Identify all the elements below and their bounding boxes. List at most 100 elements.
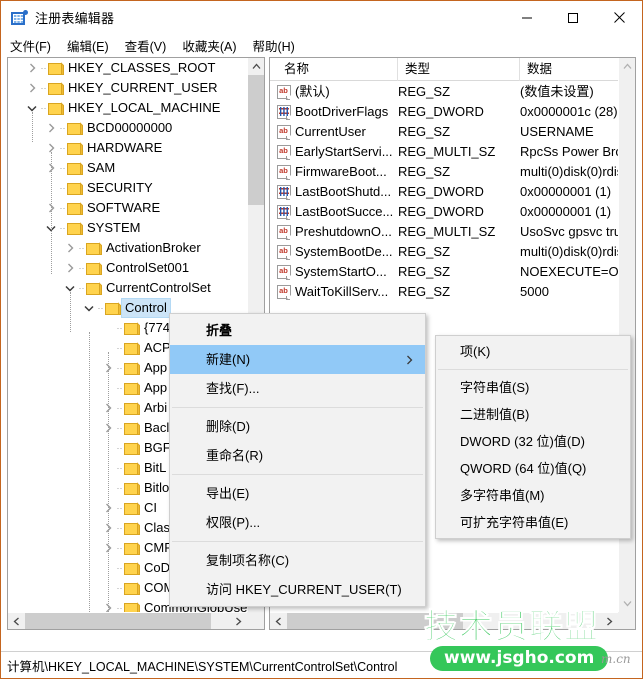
value-name: CurrentUser	[295, 124, 366, 139]
chevron-right-icon[interactable]	[24, 58, 40, 78]
context-submenu-new[interactable]: 项(K) 字符串值(S) 二进制值(B) DWORD (32 位)值(D) QWORD …	[435, 335, 631, 539]
tree-item-hkey-local-machine[interactable]: ·· HKEY_LOCAL_MACHINE	[8, 98, 249, 118]
ctx-new-qword[interactable]: QWORD (64 位)值(Q)	[436, 455, 630, 482]
table-row[interactable]: abSystemStartO...REG_SZ NOEXECUTE=OPTIN	[270, 262, 630, 282]
values-hscroll-thumb[interactable]	[287, 613, 463, 629]
chevron-down-icon[interactable]	[81, 298, 97, 318]
tree-scroll-left-icon[interactable]	[8, 613, 25, 629]
chevron-right-icon[interactable]	[100, 398, 116, 418]
ctx-export[interactable]: 导出(E)	[170, 479, 425, 508]
tree-item-bcd00000000[interactable]: ·· BCD00000000	[8, 118, 249, 138]
table-row[interactable]: ab EarlyStartServi... REG_MULTI_SZ RpcSs Po…	[270, 142, 630, 162]
value-type: REG_SZ	[398, 264, 451, 279]
ctx-new-string[interactable]: 字符串值(S)	[436, 374, 630, 401]
tree-item-software[interactable]: ·· SOFTWARE	[8, 198, 249, 218]
folder-icon	[47, 78, 65, 98]
tree-item-hkey-current-user[interactable]: ·· HKEY_CURRENT_USER	[8, 78, 249, 98]
value-name: LastBootSucce...	[295, 204, 394, 219]
chevron-right-icon[interactable]	[43, 198, 59, 218]
chevron-down-icon[interactable]	[62, 278, 78, 298]
values-scroll-down-icon[interactable]	[619, 595, 635, 612]
chevron-right-icon[interactable]	[24, 78, 40, 98]
tree-item-label: SOFTWARE	[87, 200, 161, 215]
ctx-goto-hkcu[interactable]: 访问 HKEY_CURRENT_USER(T)	[170, 575, 425, 604]
tree-connector: ··	[116, 462, 123, 473]
tree-horizontal-scrollbar[interactable]	[8, 612, 264, 629]
maximize-button[interactable]	[550, 1, 596, 34]
values-scroll-right-icon[interactable]	[601, 613, 618, 629]
ctx-copy-key-name[interactable]: 复制项名称(C)	[170, 546, 425, 575]
tree-item-hardware[interactable]: ·· HARDWARE	[8, 138, 249, 158]
menu-edit[interactable]: 编辑(E)	[67, 35, 117, 56]
ctx-new-expandable-string[interactable]: 可扩充字符串值(E)	[436, 509, 630, 536]
close-button[interactable]	[596, 1, 642, 34]
menu-file[interactable]: 文件(F)	[10, 35, 59, 56]
menu-view[interactable]: 查看(V)	[125, 35, 175, 56]
menu-help[interactable]: 帮助(H)	[252, 35, 302, 56]
values-horizontal-scrollbar[interactable]	[270, 612, 635, 629]
tree-hscroll-thumb[interactable]	[25, 613, 211, 629]
chevron-right-icon[interactable]	[62, 238, 78, 258]
column-name[interactable]: 名称	[277, 58, 398, 81]
chevron-down-icon[interactable]	[24, 98, 40, 118]
menu-item-label: 查找(F)...	[206, 381, 260, 396]
chevron-right-icon[interactable]	[43, 138, 59, 158]
tree-scroll-right-icon[interactable]	[230, 613, 247, 629]
ctx-new-binary[interactable]: 二进制值(B)	[436, 401, 630, 428]
ctx-new-multi-string[interactable]: 多字符串值(M)	[436, 482, 630, 509]
ctx-new-key[interactable]: 项(K)	[436, 338, 630, 365]
table-row[interactable]: ab FirmwareBoot... REG_SZ multi(0)disk(0)rd…	[270, 162, 630, 182]
menu-item-label: 重命名(R)	[206, 448, 264, 463]
column-type[interactable]: 类型	[398, 58, 520, 81]
chevron-right-icon[interactable]	[43, 118, 59, 138]
tree-item-currentcontrolset[interactable]: ·· CurrentControlSet	[8, 278, 249, 298]
tree-connector: ··	[59, 202, 66, 213]
tree-connector: ··	[116, 422, 123, 433]
ctx-delete[interactable]: 删除(D)	[170, 412, 425, 441]
table-row[interactable]: ab CurrentUser REG_SZ USERNAME	[270, 122, 618, 142]
menu-separator	[172, 474, 423, 475]
table-row[interactable]: ab (默认) REG_SZ (数值未设置)	[270, 82, 618, 102]
ctx-new[interactable]: 新建(N)	[170, 345, 425, 374]
folder-icon	[85, 258, 103, 278]
chevron-right-icon[interactable]	[43, 158, 59, 178]
table-row[interactable]: ab PreshutdownO... REG_MULTI_SZ UsoSvc gpsv…	[270, 222, 630, 242]
tree-item-security[interactable]: ·· SECURITY	[8, 178, 249, 198]
tree-scroll-up-icon[interactable]	[248, 58, 264, 75]
tree-item-sam[interactable]: ·· SAM	[8, 158, 249, 178]
table-row[interactable]: ab WaitToKillServ... REG_SZ 5000	[270, 282, 618, 302]
ctx-new-dword[interactable]: DWORD (32 位)值(D)	[436, 428, 630, 455]
table-row[interactable]: ab SystemBootDe... REG_SZ multi(0)disk(0)rd…	[270, 242, 630, 262]
chevron-right-icon[interactable]	[100, 518, 116, 538]
ctx-permissions[interactable]: 权限(P)...	[170, 508, 425, 537]
tree-item-activationbroker[interactable]: ·· ActivationBroker	[8, 238, 249, 258]
tree-item-controlset001[interactable]: ·· ControlSet001	[8, 258, 249, 278]
values-list[interactable]: ab (默认) REG_SZ (数值未设置) BootDriverFlags REG_DW…	[270, 82, 630, 302]
chevron-right-icon[interactable]	[62, 258, 78, 278]
tree-scroll-thumb[interactable]	[248, 75, 264, 205]
minimize-button[interactable]	[504, 1, 550, 34]
chevron-right-icon[interactable]	[100, 358, 116, 378]
menu-favorites[interactable]: 收藏夹(A)	[182, 35, 244, 56]
tree-item-system[interactable]: ·· SYSTEM	[8, 218, 249, 238]
ctx-collapse[interactable]: 折叠	[170, 316, 425, 345]
table-row[interactable]: LastBootSucce... REG_DWORD 0x00000001 (1)	[270, 202, 618, 222]
values-scroll-left-icon[interactable]	[270, 613, 287, 629]
tree-connector: ··	[116, 342, 123, 353]
tree-connector: ··	[78, 262, 85, 273]
chevron-right-icon[interactable]	[100, 498, 116, 518]
ctx-find[interactable]: 查找(F)...	[170, 374, 425, 403]
table-row[interactable]: LastBootShutd... REG_DWORD 0x00000001 (1)	[270, 182, 618, 202]
folder-icon	[66, 138, 84, 158]
ctx-rename[interactable]: 重命名(R)	[170, 441, 425, 470]
value-name: PreshutdownO...	[295, 224, 392, 239]
folder-icon	[123, 458, 141, 478]
chevron-right-icon[interactable]	[100, 418, 116, 438]
table-row[interactable]: BootDriverFlags REG_DWORD 0x0000001c (28)	[270, 102, 618, 122]
chevron-right-icon[interactable]	[100, 538, 116, 558]
values-scroll-up-icon[interactable]	[619, 58, 635, 75]
chevron-down-icon[interactable]	[43, 218, 59, 238]
tree-item-hkey-classes-root[interactable]: ·· HKEY_CLASSES_ROOT	[8, 58, 249, 78]
context-menu[interactable]: 折叠 新建(N) 查找(F)... 删除(D) 重命名(R) 导出(E) 权限(P)... 复…	[169, 313, 426, 607]
